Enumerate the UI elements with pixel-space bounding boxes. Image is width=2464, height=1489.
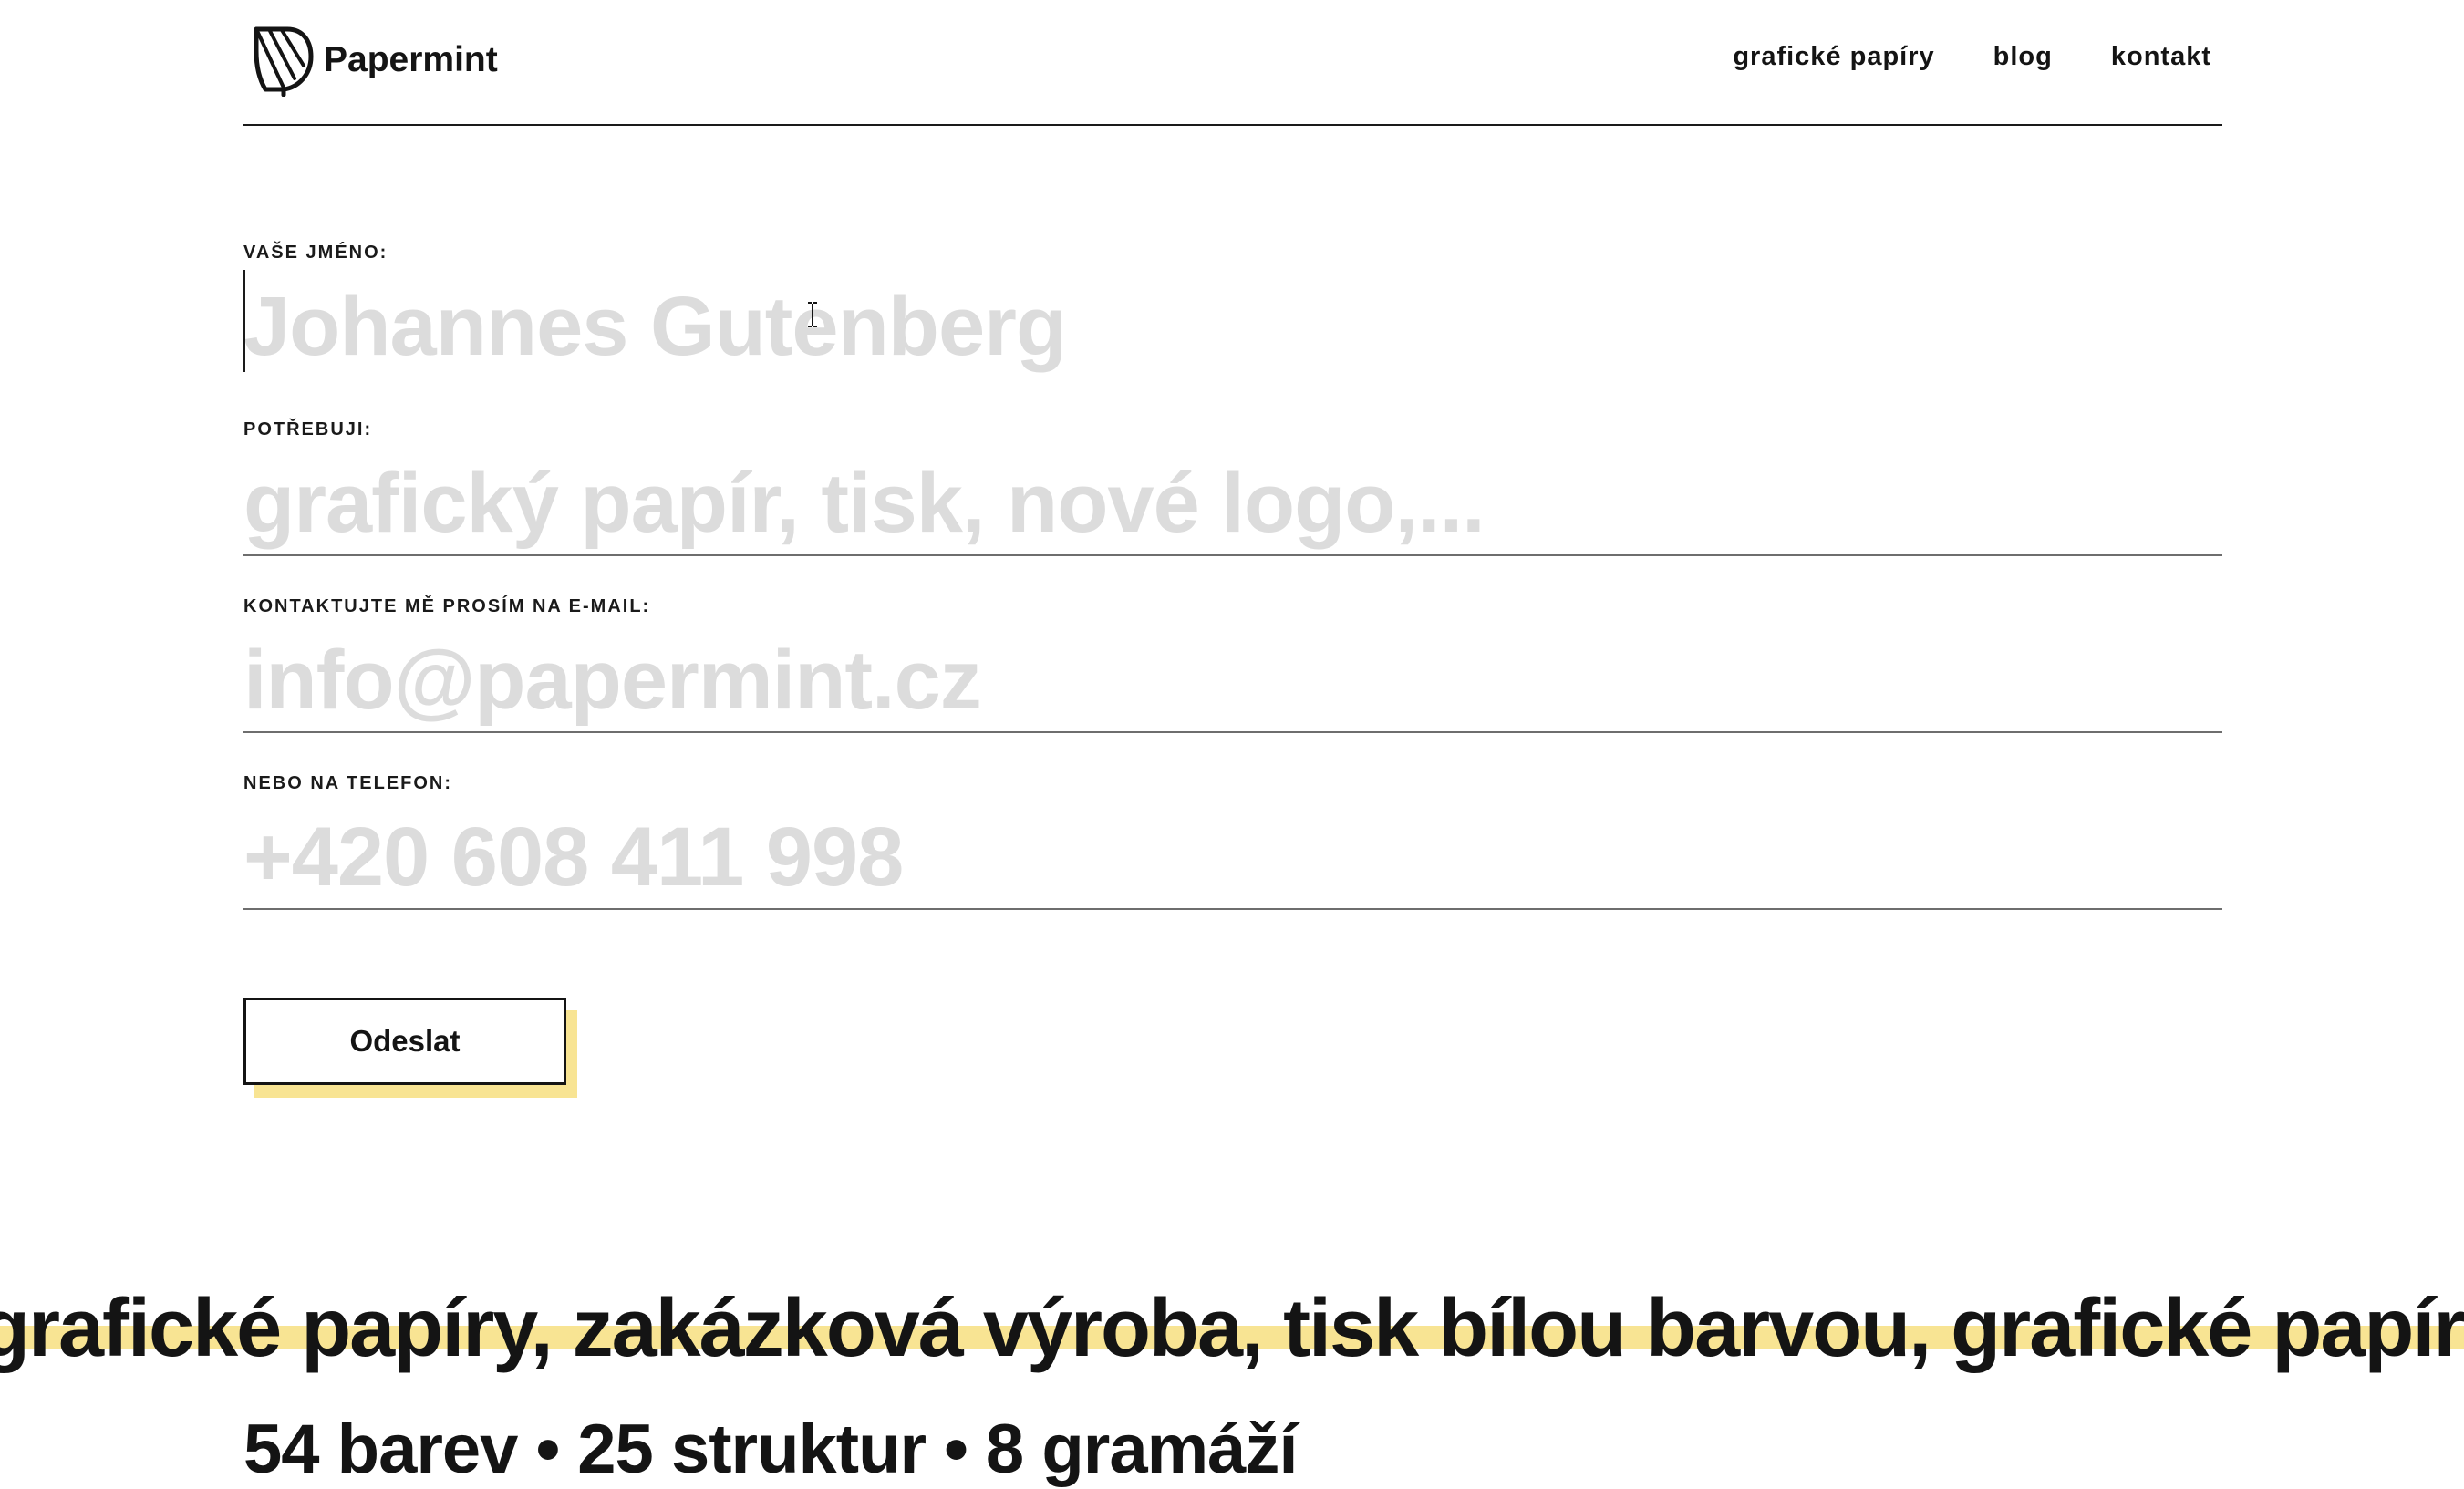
email-underline	[243, 731, 2222, 733]
email-field-group: KONTAKTUJTE MĚ PROSÍM NA E-MAIL:	[243, 596, 2222, 735]
nav-link-graficke-papiry[interactable]: grafické papíry	[1733, 42, 1934, 72]
logo-link[interactable]: Papermint	[253, 24, 498, 97]
nav-link-blog[interactable]: blog	[1993, 42, 2053, 72]
name-input[interactable]	[243, 275, 2222, 377]
name-field-group: VAŠE JMÉNO:	[243, 243, 2222, 388]
need-field-group: POTŘEBUJI:	[243, 419, 2222, 558]
site-header: Papermint grafické papíry blog kontakt	[243, 0, 2222, 126]
nav-link-kontakt[interactable]: kontakt	[2111, 42, 2211, 72]
need-input[interactable]	[243, 452, 2222, 554]
phone-underline	[243, 908, 2222, 910]
phone-field-group: NEBO NA TELEFON:	[243, 773, 2222, 912]
text-caret	[243, 270, 245, 372]
name-label: VAŠE JMÉNO:	[243, 243, 388, 263]
stats-line: 54 barev • 25 struktur • 8 gramáží	[243, 1411, 1299, 1488]
logo-text: Papermint	[324, 40, 498, 79]
phone-input[interactable]	[243, 806, 2222, 908]
email-input[interactable]	[243, 629, 2222, 731]
leaf-icon	[253, 24, 315, 97]
need-underline	[243, 554, 2222, 556]
text-cursor-icon	[806, 301, 819, 328]
submit-wrap: Odeslat	[243, 998, 579, 1100]
phone-label: NEBO NA TELEFON:	[243, 773, 453, 793]
marquee-banner: grafické papíry, zakázková výroba, tisk …	[0, 1277, 2464, 1386]
marquee-text: grafické papíry, zakázková výroba, tisk …	[0, 1283, 2464, 1374]
main-nav: grafické papíry blog kontakt	[1733, 42, 2211, 72]
email-label: KONTAKTUJTE MĚ PROSÍM NA E-MAIL:	[243, 596, 651, 616]
submit-button[interactable]: Odeslat	[243, 998, 566, 1085]
need-label: POTŘEBUJI:	[243, 419, 373, 439]
